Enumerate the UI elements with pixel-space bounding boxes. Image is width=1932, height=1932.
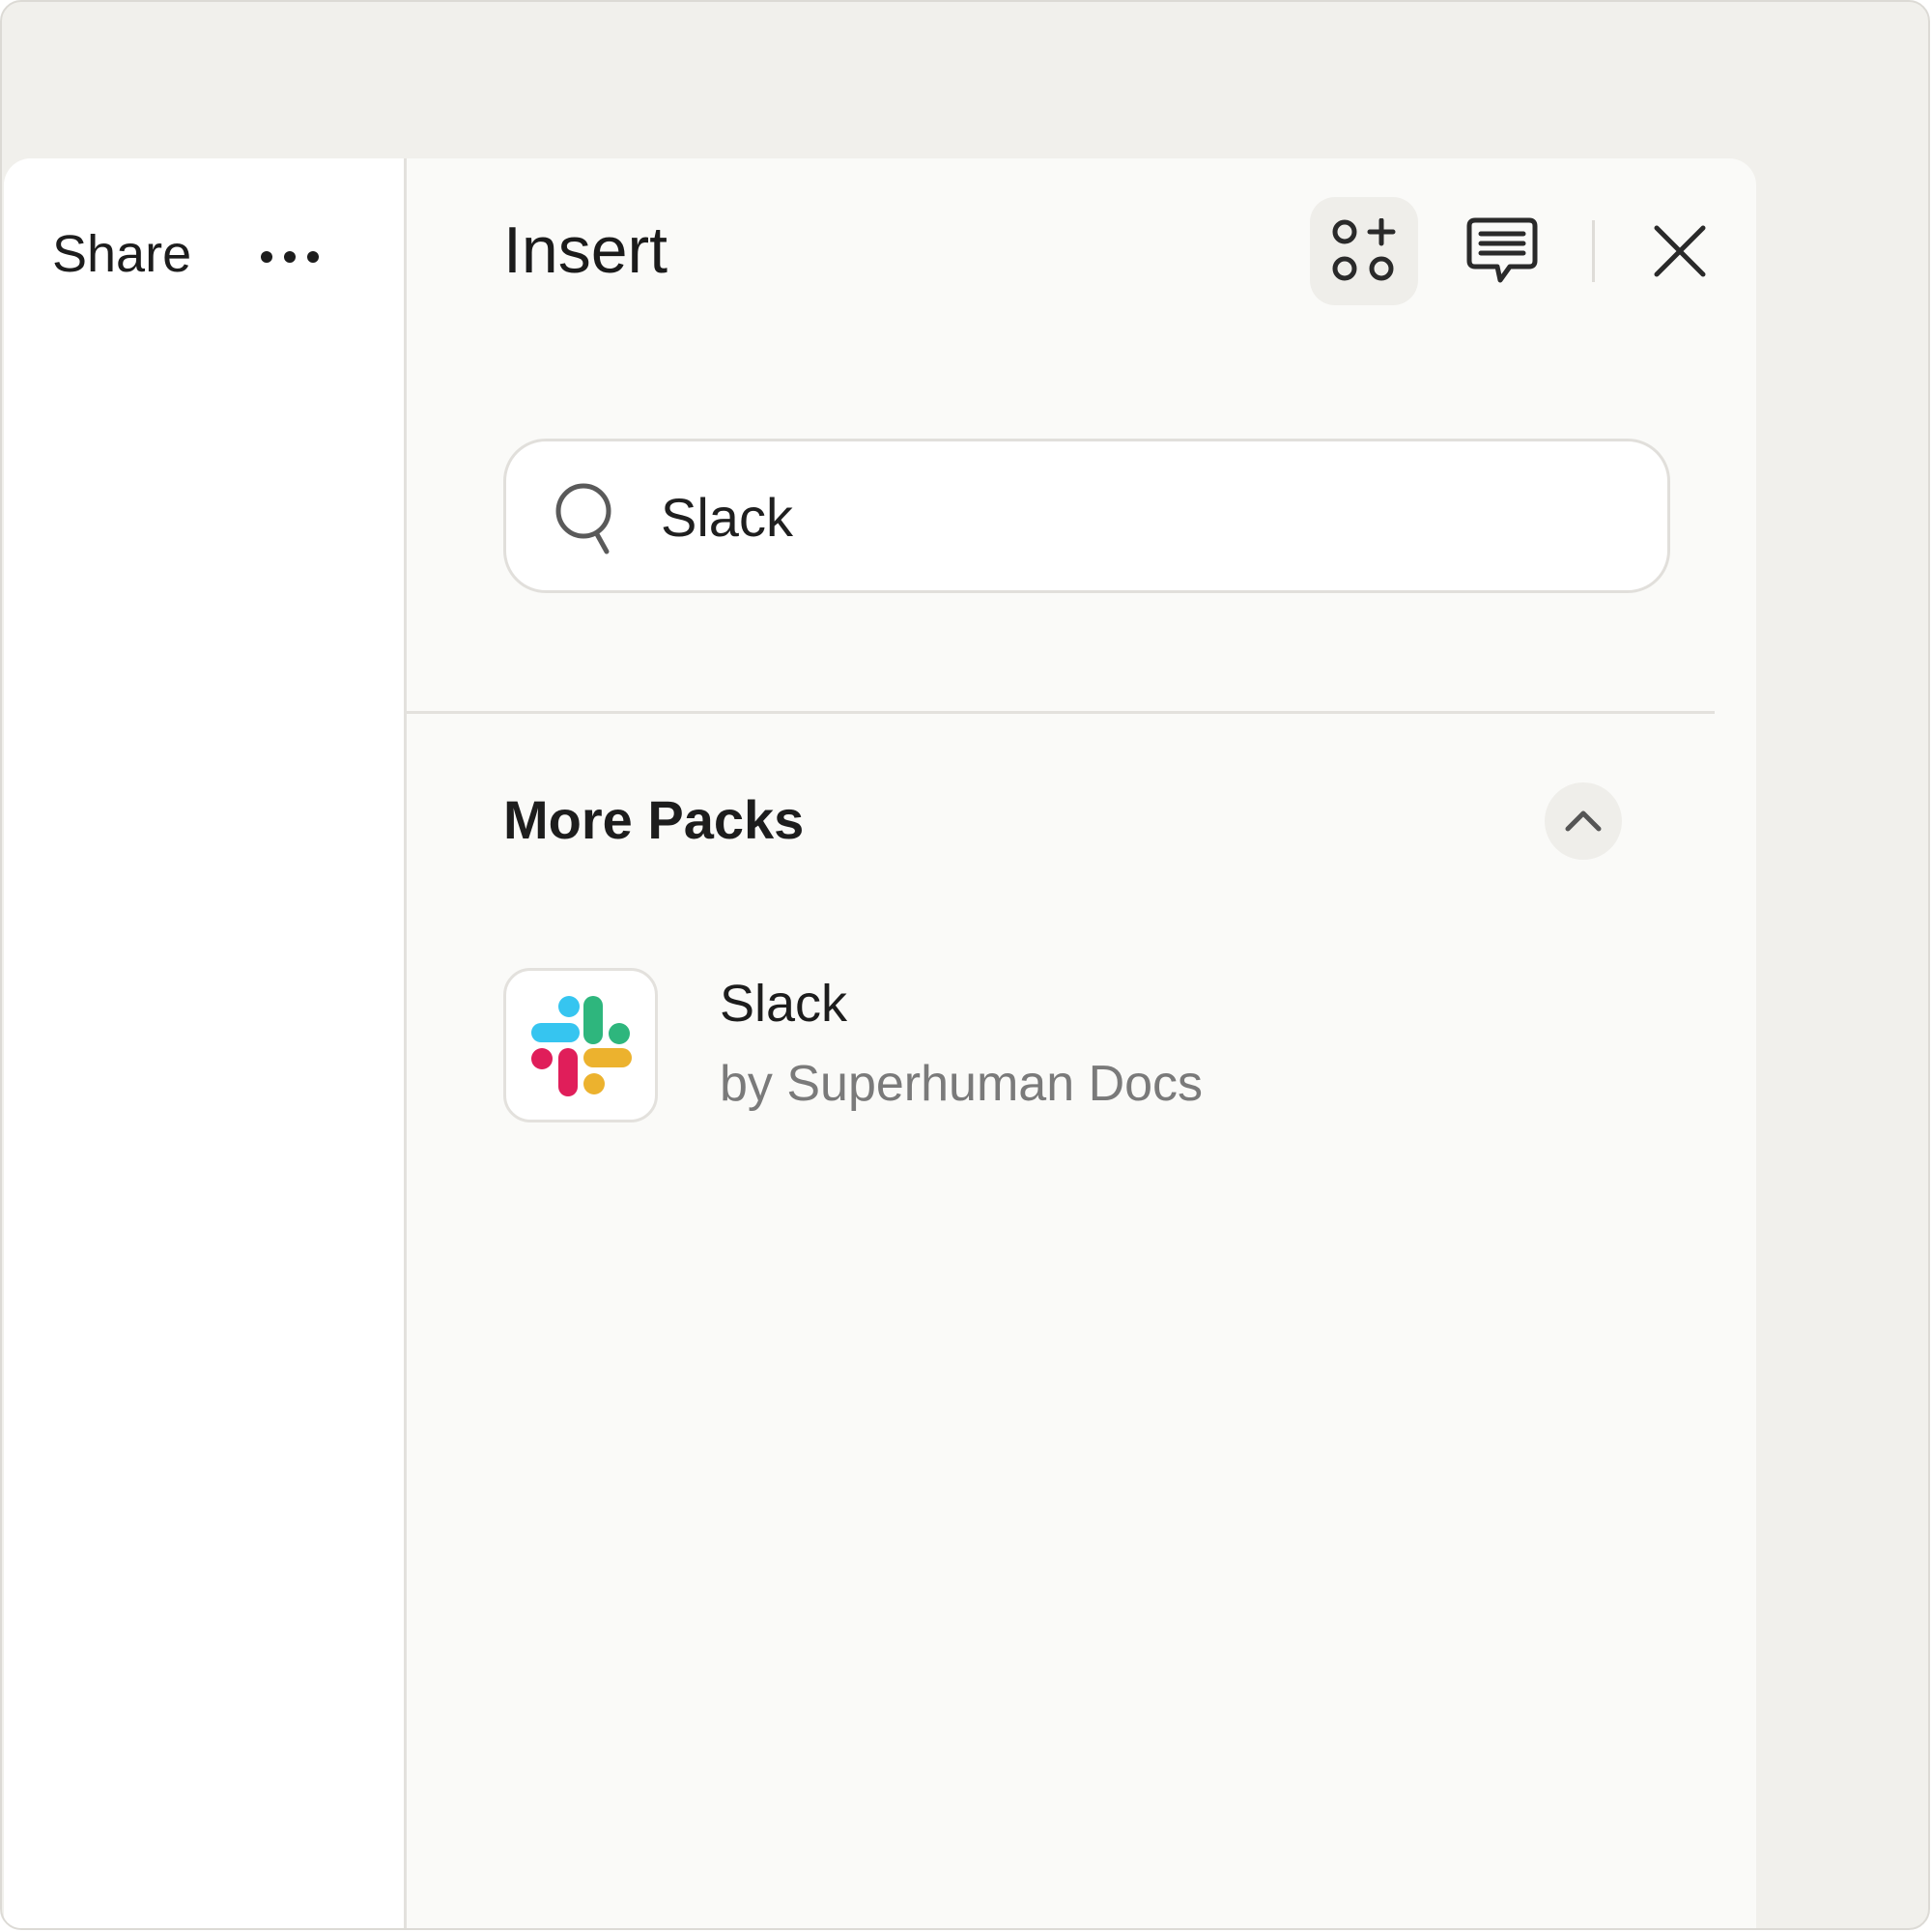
search-icon — [555, 483, 611, 554]
panel-title: Insert — [503, 213, 668, 287]
more-options-button[interactable] — [253, 228, 327, 286]
insert-panel: Insert Slack More Packs Slack by Superhu… — [407, 158, 1756, 1928]
pack-author: by Superhuman Docs — [720, 1056, 1204, 1112]
header-divider — [1592, 220, 1595, 282]
share-button[interactable]: Share — [52, 224, 191, 284]
app-window: Share Insert Slack More Packs Slack by S… — [0, 0, 1930, 1930]
comment-icon — [1466, 217, 1538, 283]
section-divider — [407, 711, 1715, 714]
packs-grid-plus-icon — [1332, 218, 1396, 281]
close-panel-button[interactable] — [1626, 197, 1734, 305]
pack-item-slack[interactable]: Slack by Superhuman Docs — [503, 968, 1566, 1124]
chevron-up-icon — [1565, 810, 1602, 832]
collapse-section-button[interactable] — [1545, 782, 1622, 860]
pack-logo — [503, 968, 658, 1122]
close-icon — [1654, 225, 1706, 277]
comments-button[interactable] — [1448, 197, 1556, 305]
more-packs-heading: More Packs — [503, 789, 805, 850]
packs-button[interactable] — [1310, 197, 1418, 305]
more-horizontal-icon — [261, 251, 319, 263]
search-box[interactable] — [503, 439, 1670, 593]
search-input[interactable] — [661, 470, 1627, 563]
doc-card: Share Insert Slack More Packs Slack by S… — [4, 158, 1756, 1928]
pack-name: Slack — [720, 975, 848, 1033]
slack-logo-icon — [531, 996, 632, 1096]
left-pane: Share — [4, 158, 407, 1928]
